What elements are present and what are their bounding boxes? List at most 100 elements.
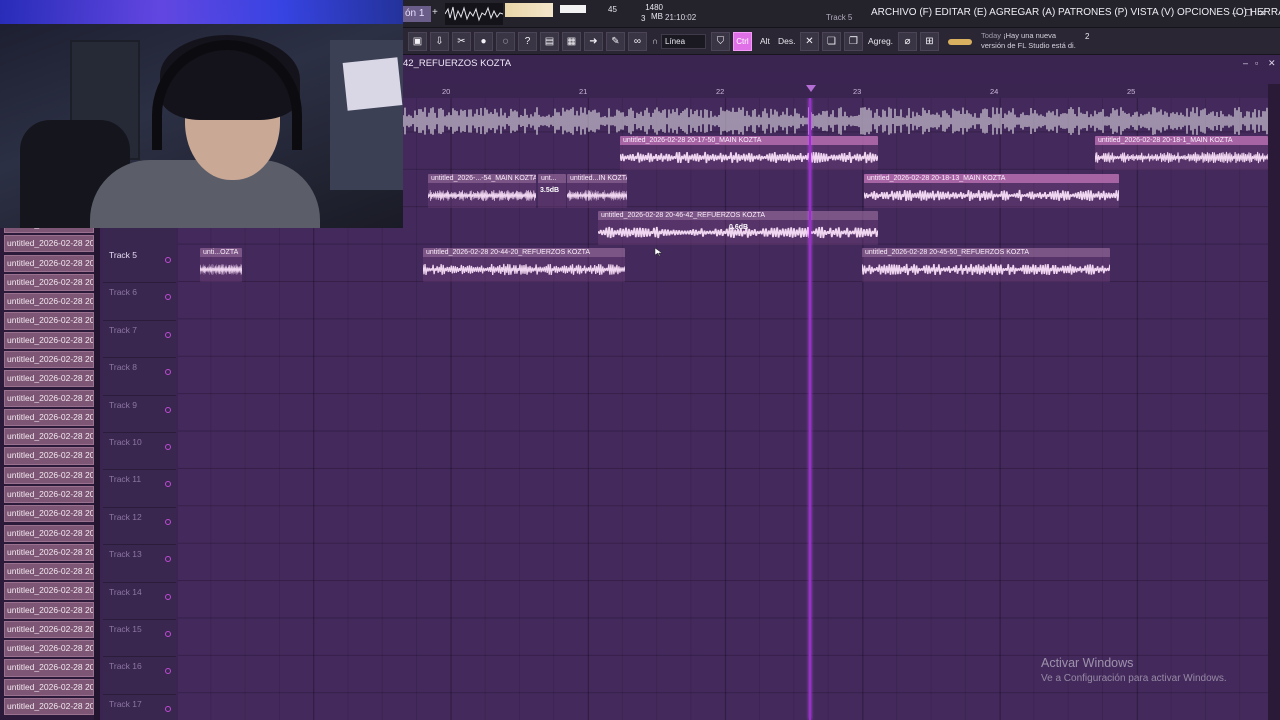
clip-list-scrollbar[interactable] <box>94 228 100 720</box>
audio-clip[interactable]: untitled_2026-02-28 20-45-50_REFUERZOS K… <box>862 248 1110 282</box>
clip-list-item[interactable]: untitled_2026-02-28 20- <box>4 466 94 484</box>
pattern-selector[interactable]: ón 1 <box>403 6 431 22</box>
audio-clip[interactable]: untitled_2026-02-28 20-44-20_REFUERZOS K… <box>423 248 625 282</box>
clip-list-item[interactable]: untitled_2026-02-28 20- <box>4 228 94 234</box>
track-mute-icon[interactable] <box>165 705 171 712</box>
clip-list-item[interactable]: untitled_2026-02-28 20- <box>4 350 94 369</box>
track-header[interactable]: Track 5 <box>103 246 176 284</box>
save-icon[interactable]: ▣ <box>408 32 427 51</box>
clip-list-item[interactable]: untitled_2026-02-28 20- <box>4 698 94 716</box>
clip-list-item[interactable]: untitled_2026-02-28 20- <box>4 254 94 272</box>
stamp-icon[interactable]: ⛉ <box>711 32 730 51</box>
clip-list-item[interactable]: untitled_2026-02-28 20- <box>4 640 94 658</box>
close-icon[interactable]: ✕ <box>1268 58 1276 69</box>
help-icon[interactable]: ? <box>518 32 537 51</box>
chat-icon[interactable]: ◌ <box>496 32 515 51</box>
main-menu[interactable]: ARCHIVO (F) EDITAR (E) AGREGAR (A) PATRO… <box>871 7 1280 18</box>
ctrl-button[interactable]: Ctrl <box>733 32 752 51</box>
reference-audio-clip[interactable] <box>403 106 1268 136</box>
clip-list-item[interactable]: untitled_2026-02-28 20- <box>4 273 94 292</box>
track-header[interactable]: Track 7 <box>103 321 176 359</box>
clip-source-list[interactable]: untitled_2026-02-28 20- untitled_2026-02-… <box>0 228 100 720</box>
tuner-icon[interactable]: ⌀ <box>898 32 917 51</box>
track-mute-icon[interactable] <box>165 556 171 563</box>
song-position-marker[interactable] <box>806 85 816 92</box>
paste-icon[interactable]: ❐ <box>844 32 863 51</box>
track-header[interactable]: Track 11 <box>103 470 176 508</box>
cut-icon[interactable]: ✂ <box>452 32 471 51</box>
delete-icon[interactable]: ✕ <box>800 32 819 51</box>
mic-icon[interactable]: ● <box>474 32 493 51</box>
track-mute-icon[interactable] <box>165 331 171 338</box>
clip-list-item[interactable]: untitled_2026-02-28 20- <box>4 563 94 581</box>
pitch-slider[interactable] <box>948 39 972 45</box>
track-mute-icon[interactable] <box>165 444 171 450</box>
clip-list-item[interactable]: untitled_2026-02-28 20- <box>4 659 94 677</box>
news-badge[interactable]: 2 <box>1085 32 1089 41</box>
restore-icon[interactable]: ❐ <box>1243 8 1254 19</box>
track-mute-icon[interactable] <box>165 369 171 376</box>
magnet-icon[interactable]: ∩ <box>652 36 658 46</box>
restore-icon[interactable]: ▫ <box>1255 58 1258 68</box>
track-header[interactable]: Track 9 <box>103 396 176 433</box>
track-header[interactable]: Track 8 <box>103 358 176 396</box>
close-icon[interactable]: ✕ <box>1257 8 1268 19</box>
track-header[interactable]: Track 12 <box>103 508 176 546</box>
pattern-plus-icon[interactable]: + <box>432 7 438 18</box>
deselect-button[interactable]: Des. <box>778 36 795 46</box>
clip-list-item[interactable]: untitled_2026-02-28 20- <box>4 408 94 426</box>
clip-list-item[interactable]: untitled_2026-02-28 20- <box>4 582 94 600</box>
track-mute-icon[interactable] <box>165 406 171 413</box>
clip-list-item[interactable]: untitled_2026-02-28 20- <box>4 235 94 253</box>
link-icon[interactable]: ∞ <box>628 32 647 51</box>
timeline-ruler[interactable]: 20 21 22 23 24 25 <box>403 84 1268 98</box>
clip-list-item[interactable]: untitled_2026-02-28 20- <box>4 485 94 504</box>
track-header[interactable]: Track 14 <box>103 583 176 620</box>
clip-list-item[interactable]: untitled_2026-02-28 20- <box>4 389 94 407</box>
copy-icon[interactable]: ❏ <box>822 32 841 51</box>
clip-list-item[interactable]: untitled_2026-02-28 20- <box>4 331 94 349</box>
snap-selector[interactable]: Línea <box>661 34 706 49</box>
vertical-scrollbar[interactable] <box>1268 84 1280 720</box>
piano-icon[interactable]: ▦ <box>562 32 581 51</box>
news-panel[interactable]: Today ¡Hay una nueva versión de FL Studi… <box>981 31 1081 51</box>
audio-clip[interactable]: untitled...IN KOZTA <box>567 174 627 208</box>
clip-list-item[interactable]: untitled_2026-02-28 20- <box>4 428 94 446</box>
track-mute-icon[interactable] <box>165 294 171 301</box>
clip-list-item[interactable]: untitled_2026-02-28 20- <box>4 543 94 561</box>
track-header[interactable]: Track 17 <box>103 695 176 720</box>
audio-clip[interactable]: untitled_2026-...-54_MAIN KOZTA <box>428 174 536 208</box>
audio-clip[interactable]: untitled_2026-02-28 20-17-50_MAIN KOZTA <box>620 136 878 170</box>
pencil-icon[interactable]: ✎ <box>606 32 625 51</box>
clip-list-item[interactable]: untitled_2026-02-28 20- <box>4 293 94 311</box>
track-mute-icon[interactable] <box>165 668 171 675</box>
track-header[interactable]: Track 6 <box>103 283 176 321</box>
playhead-line[interactable] <box>809 98 811 720</box>
track-header[interactable]: Track 16 <box>103 657 176 695</box>
minimize-icon[interactable]: – <box>1229 8 1240 19</box>
audio-clip[interactable]: unti...OZTA <box>200 248 242 282</box>
track-mute-icon[interactable] <box>165 631 171 637</box>
clip-list-item[interactable]: untitled_2026-02-28 20- <box>4 524 94 542</box>
add-button[interactable]: Agreg. <box>868 36 893 46</box>
clip-list-item[interactable]: untitled_2026-02-28 20- <box>4 312 94 330</box>
track-header[interactable]: Track 10 <box>103 433 176 471</box>
track-header[interactable]: Track 13 <box>103 545 176 583</box>
track-mute-icon[interactable] <box>165 518 171 525</box>
audio-clip[interactable]: untitled_2026-02-28 20-46-42_REFUERZOS K… <box>598 211 878 245</box>
audio-clip[interactable]: unt... 3.5dB <box>538 174 566 208</box>
track-header[interactable]: Track 15 <box>103 620 176 658</box>
track-mute-icon[interactable] <box>165 593 171 600</box>
clip-list-item[interactable]: untitled_2026-02-28 20- <box>4 370 94 388</box>
clip-list-item[interactable]: untitled_2026-02-28 20- <box>4 620 94 639</box>
minimize-icon[interactable]: – <box>1243 58 1248 68</box>
clip-list-item[interactable]: untitled_2026-02-28 20- <box>4 505 94 523</box>
arrow-right-icon[interactable]: ➜ <box>584 32 603 51</box>
track-mute-icon[interactable] <box>165 257 171 263</box>
alt-button[interactable]: Alt <box>760 36 770 46</box>
browser-icon[interactable]: ▤ <box>540 32 559 51</box>
save-as-icon[interactable]: ⇩ <box>430 32 449 51</box>
audio-clip[interactable]: untitled_2026-02-28 20-18-1_MAIN KOZTA <box>1095 136 1268 170</box>
clip-list-item[interactable]: untitled_2026-02-28 20- <box>4 447 94 465</box>
clip-list-item[interactable]: untitled_2026-02-28 20- <box>4 678 94 696</box>
